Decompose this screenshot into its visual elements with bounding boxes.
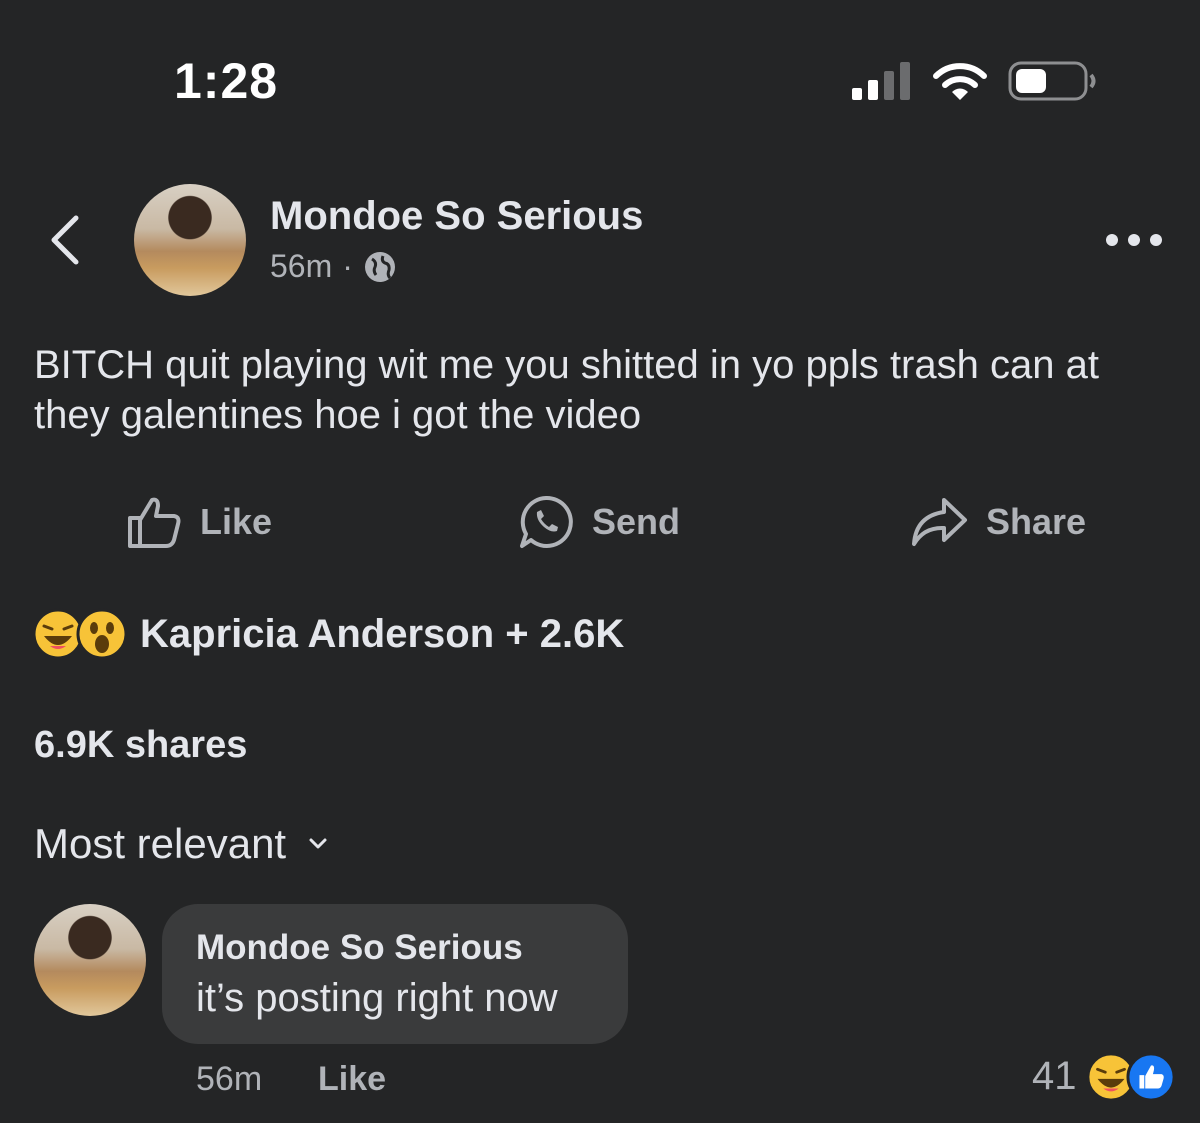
battery-icon: [1008, 61, 1096, 101]
globe-icon: [364, 251, 395, 282]
status-time: 1:28: [174, 53, 279, 109]
post-text: BITCH quit playing wit me you shitted in…: [34, 343, 1099, 437]
reactions-summary[interactable]: Kapricia Anderson + 2.6K: [32, 608, 624, 660]
more-options-icon[interactable]: [1104, 226, 1164, 254]
wifi-icon: [933, 63, 987, 100]
send-button[interactable]: Send: [518, 494, 680, 550]
like-button[interactable]: Like: [126, 494, 272, 550]
comment-sort-dropdown[interactable]: Most relevant: [34, 820, 328, 868]
share-arrow-icon: [912, 498, 967, 546]
like-reaction-icon: [1126, 1052, 1176, 1102]
comment-reactions[interactable]: [1086, 1052, 1176, 1102]
sort-label: Most relevant: [34, 820, 287, 867]
meta-separator: ·: [342, 248, 353, 284]
comment-time: 56m: [196, 1060, 263, 1098]
comment-reaction-count[interactable]: 41: [1032, 1054, 1077, 1099]
whatsapp-icon: [520, 495, 573, 548]
share-label: Share: [986, 501, 1087, 542]
chevron-down-icon: [309, 838, 327, 849]
post-time[interactable]: 56m: [270, 248, 332, 285]
comment-author-name[interactable]: Mondoe So Serious: [196, 928, 523, 968]
comment-bubble[interactable]: [162, 904, 628, 1044]
author-avatar[interactable]: [134, 184, 246, 296]
post-author-name[interactable]: Mondoe So Serious: [270, 194, 643, 239]
reactions-text[interactable]: Kapricia Anderson + 2.6K: [140, 612, 624, 657]
cellular-signal-icon: [852, 62, 910, 100]
comment-like-button[interactable]: Like: [318, 1060, 386, 1099]
wow-emoji-icon: [76, 608, 128, 660]
thumbs-up-icon: [128, 497, 181, 548]
shares-count[interactable]: 6.9K shares: [34, 724, 247, 767]
share-button[interactable]: Share: [910, 494, 1086, 550]
post-meta: 56m ·: [270, 248, 397, 285]
comment-text: it’s posting right now: [196, 976, 558, 1020]
back-arrow-icon[interactable]: [44, 212, 88, 268]
send-label: Send: [592, 501, 681, 542]
commenter-avatar[interactable]: [34, 904, 146, 1016]
like-label: Like: [200, 501, 273, 542]
